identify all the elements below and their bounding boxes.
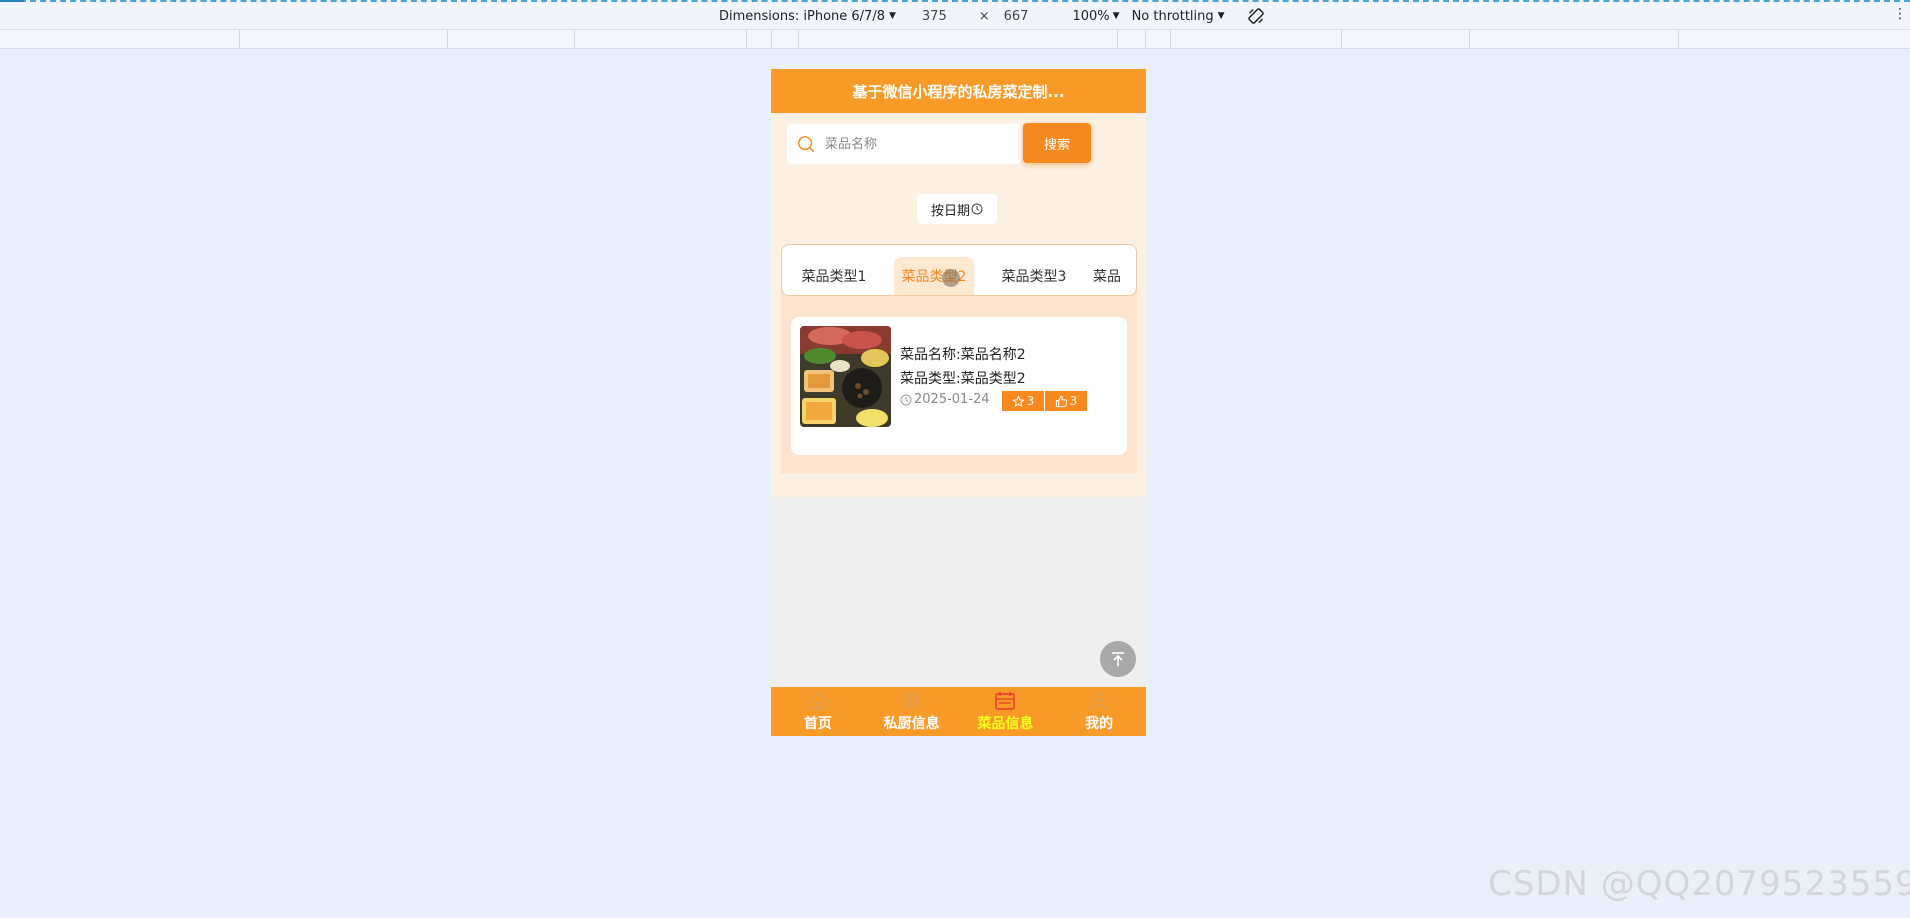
- back-to-top-button[interactable]: [1100, 641, 1136, 677]
- sort-by-date-button[interactable]: 按日期: [917, 194, 997, 224]
- tab-category-3[interactable]: 菜品类型3: [982, 257, 1086, 295]
- ruler-tick: [798, 30, 799, 49]
- tabbar-item-chef[interactable]: 私厨信息: [865, 687, 959, 736]
- clock-icon: [900, 394, 912, 405]
- page-content: 搜索 按日期 菜品类型1 菜品类型2 菜品类型3: [771, 113, 1146, 497]
- ruler-tick: [447, 30, 448, 49]
- date-text: 2025-01-24: [914, 392, 990, 407]
- media-query-ruler: [0, 30, 1910, 49]
- favorite-count: 3: [1026, 394, 1035, 408]
- ruler-tick: [574, 30, 575, 49]
- search-button[interactable]: 搜索: [1023, 123, 1091, 163]
- search-box: [787, 124, 1021, 164]
- category-tabs: 菜品类型1 菜品类型2 菜品类型3 菜品: [781, 244, 1137, 296]
- tabbar-label: 菜品信息: [977, 715, 1034, 732]
- width-input[interactable]: 375: [922, 9, 947, 24]
- thumbs-up-icon: [1055, 395, 1067, 407]
- star-icon: [1012, 395, 1024, 407]
- tab-label: 菜品类型3: [1001, 269, 1067, 285]
- favorite-count-badge[interactable]: 3: [1002, 391, 1044, 411]
- menu-icon: [995, 691, 1016, 710]
- search-icon: [798, 136, 814, 152]
- home-icon: [809, 691, 827, 710]
- like-count: 3: [1069, 394, 1078, 408]
- throttling-dropdown[interactable]: No throttling: [1132, 9, 1214, 24]
- page-title: 基于微信小程序的私房菜定制...: [852, 82, 1065, 101]
- toolbar-dashed-border: [0, 0, 1910, 2]
- more-options-icon[interactable]: ⋮: [1893, 6, 1907, 22]
- dish-name: 菜品名称:菜品名称2: [900, 347, 1026, 363]
- ruler-tick: [1170, 30, 1171, 49]
- times-symbol: ×: [978, 8, 990, 24]
- toolbar-accent: [0, 0, 24, 2]
- devtools-toolbar: Dimensions: iPhone 6/7/8 ▼ 375 × 667 100…: [0, 0, 1910, 30]
- arrow-up-to-top-icon: [1112, 652, 1124, 666]
- dish-type: 菜品类型:菜品类型2: [900, 371, 1026, 387]
- ruler-tick: [1469, 30, 1470, 49]
- ruler-tick: [771, 30, 772, 49]
- navigation-bar: 基于微信小程序的私房菜定制...: [771, 69, 1146, 113]
- dimensions-dropdown[interactable]: Dimensions: iPhone 6/7/8: [719, 9, 885, 24]
- ruler-tick: [1678, 30, 1679, 49]
- bottom-tabbar: 首页 私厨信息 菜品信息 我的: [771, 687, 1146, 736]
- dish-date: 2025-01-24: [900, 392, 990, 407]
- dish-image[interactable]: [800, 326, 891, 427]
- touch-indicator: [942, 269, 960, 287]
- zoom-dropdown[interactable]: 100%: [1072, 9, 1109, 24]
- user-icon: [1090, 691, 1108, 710]
- search-input[interactable]: [825, 136, 1005, 152]
- chef-icon: [904, 691, 920, 709]
- ruler-tick: [1117, 30, 1118, 49]
- device-toolbar: Dimensions: iPhone 6/7/8 ▼ 375 × 667 100…: [719, 7, 1265, 25]
- chevron-down-icon[interactable]: ▼: [1218, 11, 1225, 21]
- watermark: CSDN @QQ2079523559: [1488, 864, 1910, 904]
- ruler-tick: [1145, 30, 1146, 49]
- ruler-tick: [239, 30, 240, 49]
- tabbar-item-dishes[interactable]: 菜品信息: [959, 687, 1053, 736]
- tabbar-item-profile[interactable]: 我的: [1052, 687, 1146, 736]
- chevron-down-icon[interactable]: ▼: [1113, 11, 1120, 21]
- chevron-down-icon[interactable]: ▼: [889, 11, 896, 21]
- dish-card[interactable]: 菜品名称:菜品名称2 菜品类型:菜品类型2 2025-01-24 3 3: [791, 317, 1127, 455]
- dish-list-panel: 菜品类型1 菜品类型2 菜品类型3 菜品 菜品名称:菜品名称2 菜品类型:菜品类…: [781, 244, 1137, 474]
- tab-category-1[interactable]: 菜品类型1: [782, 257, 886, 295]
- tabbar-item-home[interactable]: 首页: [771, 687, 865, 736]
- tabbar-label: 私厨信息: [883, 715, 940, 732]
- phone-viewport: 基于微信小程序的私房菜定制... 搜索 按日期 菜品类型1 菜: [771, 69, 1146, 736]
- tab-category-4[interactable]: 菜品: [1086, 257, 1136, 295]
- ruler-tick: [1341, 30, 1342, 49]
- tab-category-2[interactable]: 菜品类型2: [894, 257, 974, 295]
- like-count-badge[interactable]: 3: [1045, 391, 1087, 411]
- height-input[interactable]: 667: [1004, 9, 1029, 24]
- tab-label: 菜品: [1093, 269, 1121, 285]
- tabbar-label: 首页: [803, 715, 832, 732]
- ruler-tick: [746, 30, 747, 49]
- sort-label: 按日期: [930, 203, 970, 219]
- clock-icon: [971, 203, 983, 215]
- tabbar-label: 我的: [1085, 715, 1114, 732]
- rotate-icon[interactable]: [1247, 7, 1265, 25]
- tab-label: 菜品类型1: [801, 269, 867, 285]
